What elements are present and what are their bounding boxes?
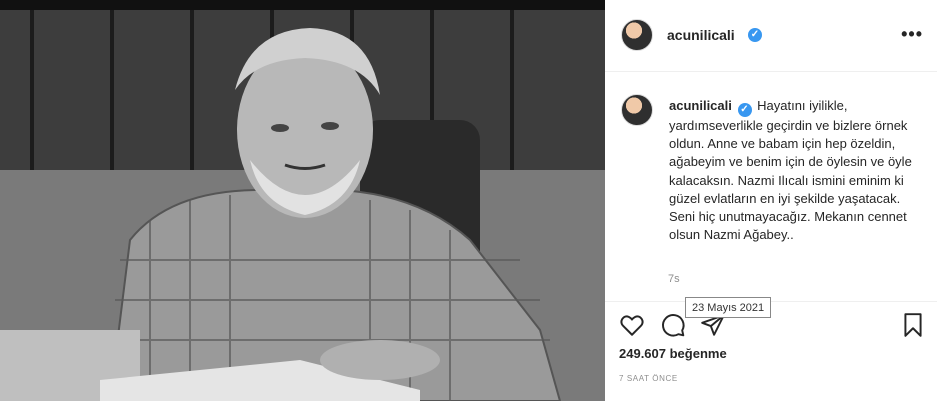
post-header: acunilicali ✓ ••• xyxy=(605,0,937,72)
caption-age[interactable]: 7s xyxy=(668,273,680,285)
caption-text: Hayatını iyilikle, yardımseverlikle geçi… xyxy=(669,98,912,243)
verified-badge-icon: ✓ xyxy=(737,103,752,117)
likes-count[interactable]: 249.607 beğenme xyxy=(619,346,727,361)
more-options-icon[interactable]: ••• xyxy=(901,24,923,45)
post-timestamp[interactable]: 7 SAAT ÖNCE xyxy=(619,374,678,383)
post-photo-image xyxy=(0,10,605,401)
date-tooltip: 23 Mayıs 2021 xyxy=(685,297,772,318)
avatar[interactable] xyxy=(621,19,653,51)
bookmark-icon[interactable] xyxy=(900,312,926,338)
post-caption: acunilicali ✓ Hayatını iyilikle, yardıms… xyxy=(669,97,919,244)
post-side-panel: acunilicali ✓ ••• acunilicali ✓ Hayatını… xyxy=(605,0,937,401)
caption-avatar[interactable] xyxy=(621,94,653,126)
heart-icon[interactable] xyxy=(619,312,645,338)
comment-icon[interactable] xyxy=(660,312,686,338)
post-photo[interactable] xyxy=(0,0,605,401)
header-username[interactable]: acunilicali xyxy=(667,27,735,43)
verified-badge-icon: ✓ xyxy=(748,28,762,42)
caption-username[interactable]: acunilicali xyxy=(669,98,732,113)
